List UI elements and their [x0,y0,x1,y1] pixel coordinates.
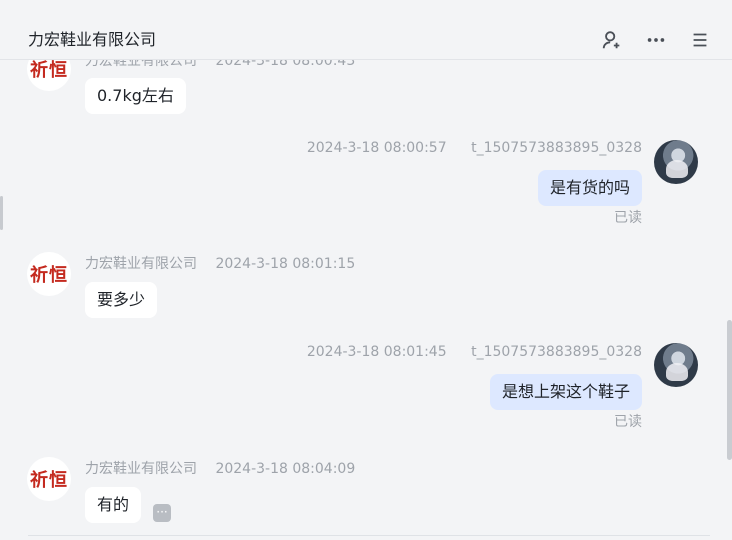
sender-name: t_1507573883895_0328 [471,140,642,156]
message-bubble[interactable]: 0.7kg左右 [85,78,186,114]
message-time: 2024-3-18 08:01:15 [215,256,356,272]
left-resize-handle[interactable] [0,196,3,230]
message-meta: 2024-3-18 08:01:45 t_1507573883895_0328 [307,344,642,360]
message-meta: 力宏鞋业有限公司 2024-3-18 08:04:09 [85,458,355,478]
avatar-logo-text: 祈恒 [30,470,68,491]
sender-name: 力宏鞋业有限公司 [85,461,197,477]
message-time: 2024-3-18 08:00:57 [306,140,447,156]
header-actions [600,28,712,52]
message-bubble[interactable]: 有的 [85,487,142,523]
message-time: 2024-3-18 08:04:09 [215,461,356,477]
more-icon[interactable] [644,28,668,52]
message-bubble[interactable]: 是想上架这个鞋子 [489,374,642,410]
chat-header: 力宏鞋业有限公司 [0,0,732,60]
chat-title: 力宏鞋业有限公司 [28,30,157,49]
user-avatar[interactable] [654,343,698,387]
sender-name: 力宏鞋业有限公司 [85,256,197,272]
avatar-logo-text: 祈恒 [30,265,68,286]
user-avatar[interactable] [654,140,698,184]
message-bubble[interactable]: 要多少 [85,282,158,318]
read-status: 已读 [614,414,642,430]
contact-avatar[interactable]: 祈恒 [27,252,71,296]
read-status: 已读 [614,210,642,226]
chat-scrollbar[interactable] [727,320,732,460]
contact-avatar[interactable]: 祈恒 [27,457,71,501]
bottom-divider [28,535,710,536]
message-more-button[interactable]: ··· [153,504,171,522]
menu-icon[interactable] [688,28,712,52]
message-time: 2024-3-18 08:01:45 [306,344,447,360]
add-contact-icon[interactable] [600,28,624,52]
message-bubble[interactable]: 是有货的吗 [537,170,642,206]
sender-name: t_1507573883895_0328 [471,344,642,360]
message-meta: 2024-3-18 08:00:57 t_1507573883895_0328 [307,140,642,156]
message-meta: 力宏鞋业有限公司 2024-3-18 08:01:15 [85,253,355,273]
